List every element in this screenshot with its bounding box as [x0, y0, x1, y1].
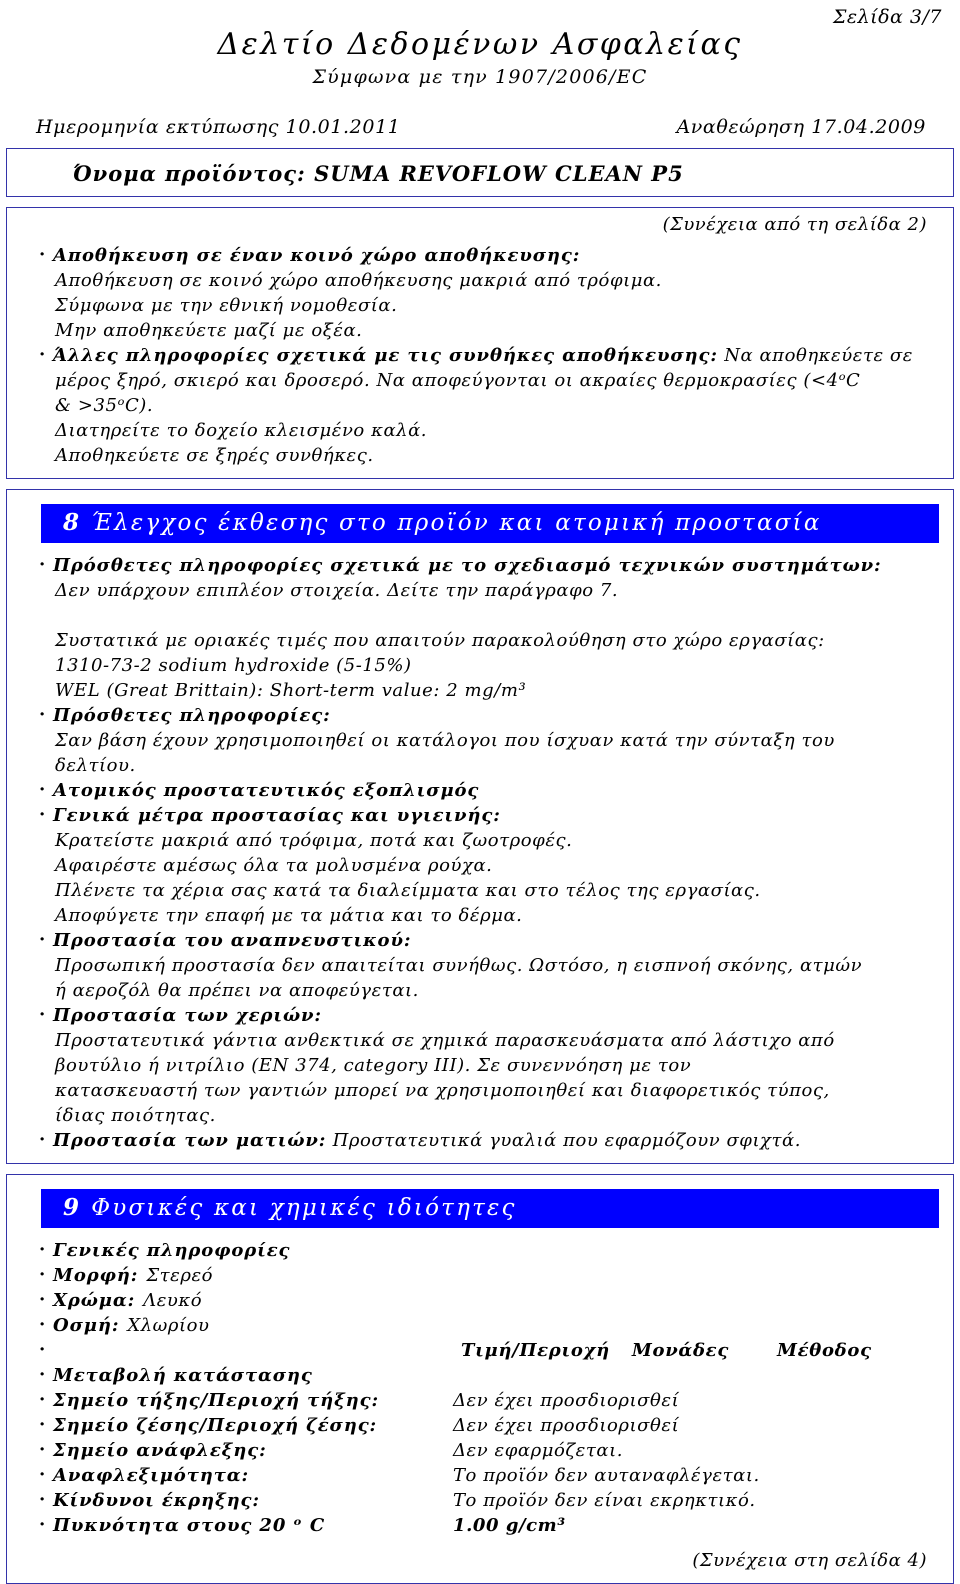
respiratory-protection-line: Προσωπική προστασία δεν απαιτείται συνήθ… — [55, 954, 863, 976]
general-hygiene-line: Αφαιρέστε αμέσως όλα τα μολυσμένα ρούχα. — [55, 854, 493, 876]
property-key: Μορφή: — [53, 1264, 139, 1286]
hand-protection-line: ίδιας ποιότητας. — [55, 1104, 216, 1126]
property-key: Κίνδυνοι έκρηξης: — [53, 1489, 260, 1511]
storage-other-heading: Άλλες πληροφορίες σχετικά με τις συνθήκε… — [37, 342, 929, 368]
hand-protection-line: βουτύλιο ή νιτρίλιο (EN 374, category II… — [55, 1054, 692, 1076]
property-value: 1.00 g/cm³ — [453, 1514, 566, 1536]
additional-info-line: δελτίου. — [55, 754, 136, 776]
section-9-lines: Γενικές πληροφορίες Μορφή: Στερεό Χρώμα: Λ… — [7, 1237, 953, 1538]
respiratory-protection-heading: Προστασία του αναπνευστικού: — [37, 927, 929, 953]
general-info-heading: Γενικές πληροφορίες — [37, 1237, 929, 1263]
property-value: Το προϊόν δεν αυταναφλέγεται. — [453, 1464, 760, 1486]
property-key: Σημείο τήξης/Περιοχή τήξης: — [53, 1389, 380, 1411]
page-title: Δελτίο Δεδομένων Ασφαλείας — [217, 27, 743, 62]
property-value: Χλωρίου — [127, 1314, 210, 1336]
header-method: Μέθοδος — [777, 1339, 872, 1361]
tech-systems-line: Δεν υπάρχουν επιπλέον στοιχεία. Δείτε τη… — [55, 579, 619, 601]
general-hygiene-line: Κρατείστε μακριά από τρόφιμα, ποτά και ζ… — [55, 829, 573, 851]
storage-other-line: μέρος ξηρό, σκιερό και δροσερό. Να αποφε… — [55, 369, 861, 391]
property-row-colour: Χρώμα: Λευκό — [37, 1287, 929, 1313]
section-9-number: 9 — [63, 1193, 82, 1221]
property-value: Δεν έχει προσδιορισθεί — [453, 1414, 680, 1436]
ppe-heading: Ατομικός προστατευτικός εξοπλισμός — [37, 777, 929, 803]
tech-systems-heading: Πρόσθετες πληροφορίες σχετικά με το σχεδ… — [37, 552, 929, 578]
property-key: Αναφλεξιμότητα: — [53, 1464, 250, 1486]
property-key: Οσμή: — [53, 1314, 120, 1336]
section-8-lines: Πρόσθετες πληροφορίες σχετικά με το σχεδ… — [7, 552, 953, 1153]
property-row-density: Πυκνότητα στους 20 ᵒ C 1.00 g/cm³ — [37, 1512, 929, 1538]
hand-protection-line: κατασκευαστή των γαντιών μπορεί να χρησι… — [55, 1079, 830, 1101]
hand-protection-line: Προστατευτικά γάντια ανθεκτικά σε χημικά… — [55, 1029, 835, 1051]
product-label: Όνομα προϊόντος: — [73, 160, 306, 186]
section-9-header: 9 Φυσικές και χημικές ιδιότητες — [41, 1188, 939, 1228]
limits-wel-line: WEL (Great Brittain): Short-term value: … — [55, 679, 527, 701]
property-row-flammability: Αναφλεξιμότητα: Το προϊόν δεν αυταναφλέγε… — [37, 1462, 929, 1488]
general-hygiene-line: Αποφύγετε την επαφή με τα μάτια και το δ… — [55, 904, 523, 926]
storage-other-line: & >35ᵒC). — [55, 394, 154, 416]
property-table-headers: Τιμή/Περιοχή Μονάδες Μέθοδος — [37, 1337, 929, 1363]
storage-other-line: Διατηρείτε το δοχείο κλεισμένο καλά. — [55, 419, 428, 441]
section-8-number: 8 — [63, 508, 82, 536]
general-hygiene-heading: Γενικά μέτρα προστασίας και υγιεινής: — [37, 802, 929, 828]
property-key: Σημείο ανάφλεξης: — [53, 1439, 267, 1461]
continued-to-note: (Συνέχεια στη σελίδα 4) — [692, 1549, 927, 1571]
eye-protection-value: Προστατευτικά γυαλιά που εφαρμόζουν σφιχ… — [332, 1129, 802, 1151]
section-8-box: 8 Έλεγχος έκθεσης στο προϊόν και ατομική … — [6, 488, 954, 1164]
revision-date: Αναθεώρηση 17.04.2009 — [676, 115, 926, 138]
page-subtitle: Σύμφωνα με την 1907/2006/EC — [312, 65, 648, 88]
product-name-box: Όνομα προϊόντος: SUMA REVOFLOW CLEAN P5 — [6, 147, 954, 197]
additional-info-line: Σαν βάση έχουν χρησιμοποιηθεί οι κατάλογ… — [55, 729, 835, 751]
property-row-odour: Οσμή: Χλωρίου — [37, 1312, 929, 1338]
property-value: Στερεό — [146, 1264, 214, 1286]
document-title-block: Δελτίο Δεδομένων Ασφαλείας Σύμφωνα με τη… — [0, 0, 960, 88]
storage-line: Αποθήκευση σε κοινό χώρο αποθήκευσης μακ… — [55, 269, 662, 291]
section-8-title: Έλεγχος έκθεσης στο προϊόν και ατομική π… — [91, 509, 822, 536]
property-row-explosion-hazard: Κίνδυνοι έκρηξης: Το προϊόν δεν είναι εκρ… — [37, 1487, 929, 1513]
property-row-flash-point: Σημείο ανάφλεξης: Δεν εφαρμόζεται. — [37, 1437, 929, 1463]
storage-heading: Αποθήκευση σε έναν κοινό χώρο αποθήκευση… — [37, 242, 929, 268]
limits-cas-line: 1310-73-2 sodium hydroxide (5-15%) — [55, 654, 412, 676]
product-name-line: Όνομα προϊόντος: SUMA REVOFLOW CLEAN P5 — [7, 161, 953, 186]
property-value: Δεν εφαρμόζεται. — [453, 1439, 623, 1461]
storage-line: Σύμφωνα με την εθνική νομοθεσία. — [55, 294, 398, 316]
storage-section-box: (Συνέχεια από τη σελίδα 2) Αποθήκευση σε… — [6, 206, 954, 479]
storage-other-line: Αποθηκεύετε σε ξηρές συνθήκες. — [55, 444, 374, 466]
hand-protection-heading: Προστασία των χεριών: — [37, 1002, 929, 1028]
eye-protection-heading: Προστασία των ματιών: Προστατευτικά γυαλ… — [37, 1127, 929, 1153]
page-number: Σελίδα 3/7 — [832, 6, 942, 28]
storage-line: Μην αποθηκεύετε μαζί με οξέα. — [55, 319, 363, 341]
property-row-form: Μορφή: Στερεό — [37, 1262, 929, 1288]
property-value: Το προϊόν δεν είναι εκρηκτικό. — [453, 1489, 756, 1511]
general-hygiene-line: Πλένετε τα χέρια σας κατά τα διαλείμματα… — [55, 879, 761, 901]
additional-info-heading: Πρόσθετες πληροφορίες: — [37, 702, 929, 728]
header-value-range: Τιμή/Περιοχή — [461, 1339, 610, 1361]
continued-from-note: (Συνέχεια από τη σελίδα 2) — [662, 213, 927, 235]
respiratory-protection-line: ή αεροζόλ θα πρέπει να αποφεύγεται. — [55, 979, 419, 1001]
property-value: Δεν έχει προσδιορισθεί — [453, 1389, 680, 1411]
property-row-boiling-point: Σημείο ζέσης/Περιοχή ζέσης: Δεν έχει προσ… — [37, 1412, 929, 1438]
state-change-heading: Μεταβολή κατάστασης — [37, 1362, 929, 1388]
header-units: Μονάδες — [631, 1339, 729, 1361]
product-name: SUMA REVOFLOW CLEAN P5 — [314, 160, 684, 186]
document-meta: Ημερομηνία εκτύπωσης 10.01.2011 Αναθεώρη… — [0, 116, 960, 138]
property-key: Χρώμα: — [53, 1289, 136, 1311]
property-key: Σημείο ζέσης/Περιοχή ζέσης: — [53, 1414, 378, 1436]
limits-intro: Συστατικά με οριακές τιμές που απαιτούν … — [55, 629, 825, 651]
sds-page: Σελίδα 3/7 Δελτίο Δεδομένων Ασφαλείας Σύ… — [0, 0, 960, 1584]
storage-lines: Αποθήκευση σε έναν κοινό χώρο αποθήκευση… — [7, 242, 953, 468]
property-value: Λευκό — [143, 1289, 203, 1311]
section-9-title: Φυσικές και χημικές ιδιότητες — [91, 1194, 517, 1221]
property-row-melting-point: Σημείο τήξης/Περιοχή τήξης: Δεν έχει προσ… — [37, 1387, 929, 1413]
print-date: Ημερομηνία εκτύπωσης 10.01.2011 — [36, 115, 401, 138]
property-key: Πυκνότητα στους 20 ᵒ C — [53, 1514, 326, 1536]
section-9-box: 9 Φυσικές και χημικές ιδιότητες Γενικές π… — [6, 1173, 954, 1584]
section-8-header: 8 Έλεγχος έκθεσης στο προϊόν και ατομική … — [41, 503, 939, 543]
